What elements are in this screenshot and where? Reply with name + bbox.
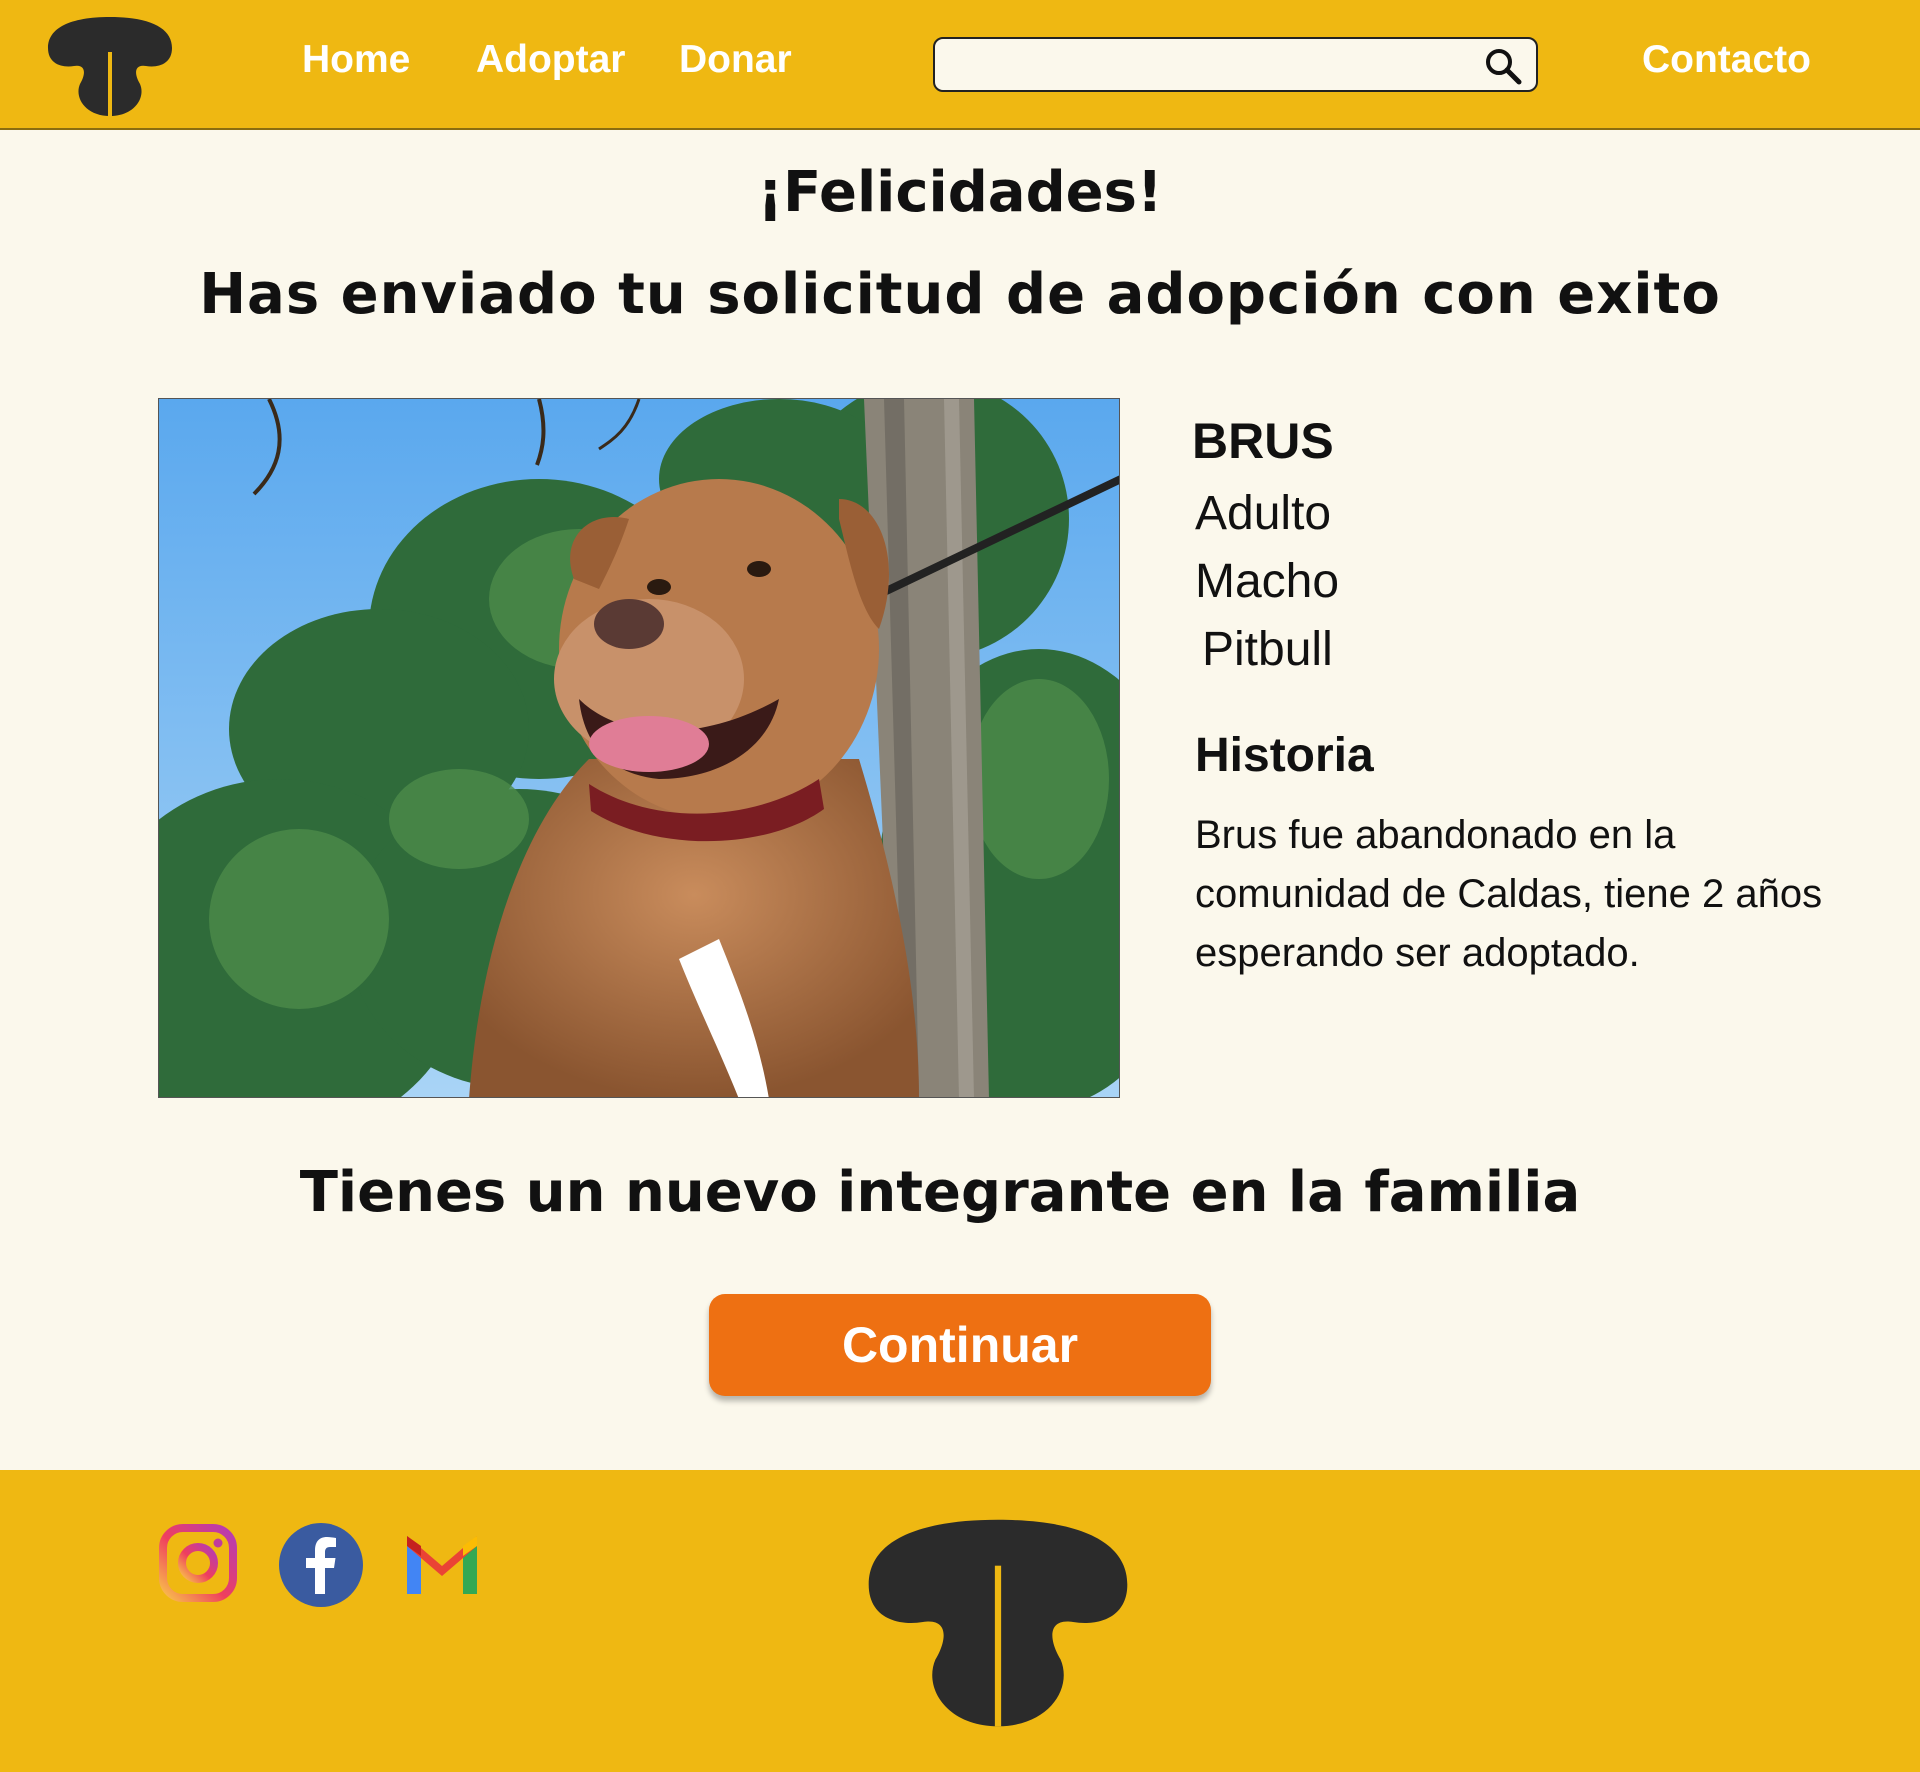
pet-photo (158, 398, 1120, 1098)
footer (0, 1470, 1920, 1772)
dog-nose-icon (48, 17, 172, 116)
page-subtitle: Has enviado tu solicitud de adopción con… (199, 262, 1721, 327)
pet-sex: Macho (1195, 555, 1340, 608)
search-icon[interactable] (1484, 47, 1522, 85)
header: Home Adoptar Donar Contacto (0, 0, 1920, 130)
pet-breed: Pitbull (1202, 623, 1333, 676)
search-bar (933, 37, 1538, 92)
footer-logo (852, 1502, 1144, 1742)
gmail-icon[interactable] (401, 1522, 483, 1604)
nav-home-link[interactable]: Home (302, 38, 410, 82)
instagram-icon[interactable] (157, 1522, 239, 1604)
nav-contact-link[interactable]: Contacto (1642, 38, 1811, 82)
continue-button[interactable]: Continuar (709, 1294, 1211, 1396)
search-input[interactable] (949, 47, 1453, 85)
facebook-icon[interactable] (278, 1522, 363, 1607)
pet-age: Adulto (1195, 487, 1332, 540)
dog-nose-icon (868, 1519, 1128, 1727)
logo[interactable] (40, 12, 180, 120)
nav-adopt-link[interactable]: Adoptar (476, 38, 626, 82)
page-title: ¡Felicidades! (757, 160, 1163, 225)
story-title: Historia (1195, 729, 1374, 782)
family-message: Tienes un nuevo integrante en la familia (299, 1160, 1581, 1225)
pet-name: BRUS (1192, 413, 1334, 469)
story-text: Brus fue abandonado en la comunidad de C… (1195, 813, 1823, 975)
nav-donate-link[interactable]: Donar (679, 38, 792, 82)
